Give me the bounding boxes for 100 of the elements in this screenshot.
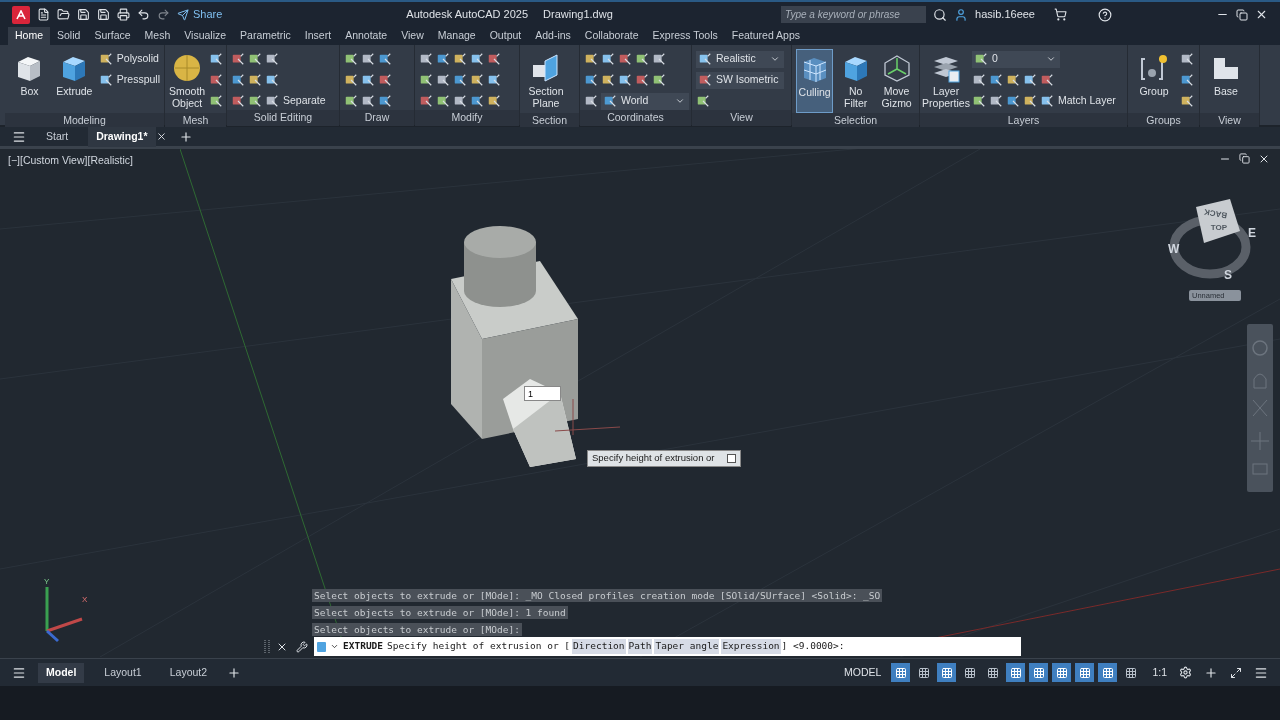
undo-icon[interactable]	[137, 8, 150, 21]
tool-icon[interactable]	[248, 94, 262, 108]
tool-icon[interactable]	[487, 73, 501, 87]
status-toggle-button[interactable]	[1075, 663, 1095, 682]
tool-icon[interactable]	[618, 52, 632, 66]
close-icon[interactable]	[1258, 153, 1270, 165]
ribbon-tool-button[interactable]: Presspull	[98, 72, 160, 88]
tool-icon[interactable]	[635, 52, 649, 66]
ribbon-tab[interactable]: Add-ins	[528, 27, 578, 45]
tool-icon[interactable]	[470, 73, 484, 87]
tool-icon[interactable]	[989, 94, 1003, 108]
layout-tab[interactable]: Model	[38, 662, 85, 683]
tool-icon[interactable]	[344, 52, 358, 66]
status-toggle-button[interactable]	[1052, 663, 1072, 682]
menu-icon[interactable]	[12, 129, 26, 144]
tool-icon[interactable]	[989, 73, 1003, 87]
tool-icon[interactable]	[231, 52, 245, 66]
tool-icon[interactable]	[209, 73, 224, 87]
command-option[interactable]: Taper angle	[654, 639, 720, 654]
tool-icon[interactable]	[584, 94, 598, 108]
tool-icon[interactable]	[361, 52, 375, 66]
close-icon[interactable]	[1255, 8, 1268, 21]
ribbon-tab[interactable]: Visualize	[177, 27, 234, 45]
tool-icon[interactable]	[361, 73, 375, 87]
tool-icon[interactable]	[419, 73, 433, 87]
tool-icon[interactable]	[652, 73, 666, 87]
viewport-label[interactable]: [−][Custom View][Realistic]	[8, 153, 133, 169]
ribbon-tab[interactable]: Express Tools	[645, 27, 725, 45]
panel-title[interactable]: Layers	[1007, 113, 1040, 129]
compass-letter[interactable]: S	[1224, 268, 1232, 282]
tool-icon[interactable]	[584, 73, 598, 87]
customize-icon[interactable]	[296, 640, 308, 653]
tool-icon[interactable]	[436, 52, 450, 66]
new-file-icon[interactable]	[37, 8, 50, 21]
app-logo-icon[interactable]	[12, 5, 30, 24]
file-tab[interactable]: Drawing1*	[88, 126, 156, 147]
tool-icon[interactable]	[1023, 94, 1037, 108]
menu-icon[interactable]	[12, 665, 26, 680]
annotation-scale-button[interactable]: 1:1	[1152, 664, 1167, 681]
tool-icon[interactable]	[603, 94, 617, 108]
tool-icon[interactable]	[1040, 94, 1054, 108]
menu-icon[interactable]	[1254, 665, 1268, 680]
ribbon-tab[interactable]: Surface	[87, 27, 138, 45]
tool-icon[interactable]	[453, 52, 467, 66]
tool-icon[interactable]	[1180, 52, 1194, 66]
tool-icon[interactable]	[231, 94, 245, 108]
command-option[interactable]: Expression	[721, 639, 781, 654]
tooltip-expand-icon[interactable]	[726, 454, 736, 463]
ribbon-tab[interactable]: Manage	[430, 27, 483, 45]
caret-icon[interactable]	[330, 642, 339, 651]
tool-icon[interactable]	[361, 94, 375, 108]
restore-icon[interactable]	[1236, 8, 1248, 21]
dynamic-input-field[interactable]: 1	[524, 386, 561, 401]
status-toggle-button[interactable]	[891, 663, 911, 682]
tool-icon[interactable]	[248, 73, 262, 87]
tool-icon[interactable]	[344, 73, 358, 87]
status-toggle-button[interactable]	[1098, 663, 1118, 682]
tool-icon[interactable]	[209, 52, 224, 66]
tool-icon[interactable]	[436, 94, 450, 108]
model-space-button[interactable]: MODEL	[842, 664, 884, 681]
tool-icon[interactable]	[1180, 94, 1194, 108]
tool-icon[interactable]	[652, 52, 666, 66]
ribbon-button[interactable]: Box	[9, 49, 50, 113]
tool-icon[interactable]	[98, 52, 113, 66]
ribbon-button[interactable]: Layer Properties	[924, 49, 968, 113]
command-input-field[interactable]: EXTRUDE Specify height of extrusion or [ Direction Path Taper angle Expression ] <9.0000>:	[314, 637, 1021, 656]
tool-icon[interactable]	[265, 52, 279, 66]
ribbon-dropdown[interactable]: SW Isometric	[696, 71, 784, 89]
tool-icon[interactable]	[344, 94, 358, 108]
tool-icon[interactable]	[231, 73, 245, 87]
tool-icon[interactable]	[972, 73, 986, 87]
ribbon-button[interactable]: Group	[1132, 49, 1176, 113]
layout-tab[interactable]: Layout2	[161, 662, 216, 683]
ribbon-dropdown[interactable]: 0	[972, 50, 1060, 68]
tool-icon[interactable]	[378, 94, 392, 108]
tool-icon[interactable]	[265, 73, 279, 87]
tool-icon[interactable]	[972, 94, 986, 108]
tool-icon[interactable]	[1006, 94, 1020, 108]
ribbon-tab[interactable]: Parametric	[233, 27, 298, 45]
ribbon-tab[interactable]: View	[394, 27, 431, 45]
compass-letter[interactable]: W	[1168, 242, 1180, 256]
cart-icon[interactable]	[1054, 8, 1067, 21]
tool-icon[interactable]	[419, 52, 433, 66]
search-icon[interactable]	[933, 7, 948, 22]
ribbon-button[interactable]: Smooth Object	[169, 49, 206, 113]
help-icon[interactable]	[1098, 7, 1112, 22]
search-field[interactable]: Type a keyword or phrase	[781, 6, 927, 23]
tool-icon[interactable]	[635, 73, 649, 87]
ribbon-tool-button[interactable]: Polysolid	[98, 51, 159, 67]
ribbon-tool-button[interactable]: Match Layer	[1040, 93, 1116, 109]
ribbon-button[interactable]: Section Plane	[524, 49, 568, 113]
ribbon-button[interactable]: No Filter	[837, 49, 875, 113]
command-option[interactable]: Path	[627, 639, 653, 654]
tool-icon[interactable]	[618, 73, 632, 87]
save-icon[interactable]	[77, 8, 90, 21]
tool-icon[interactable]	[584, 52, 598, 66]
ribbon-tab[interactable]: Output	[482, 27, 529, 45]
tool-icon[interactable]	[698, 73, 712, 87]
file-tab[interactable]: Start	[38, 126, 77, 147]
command-option[interactable]: Direction	[572, 639, 626, 654]
